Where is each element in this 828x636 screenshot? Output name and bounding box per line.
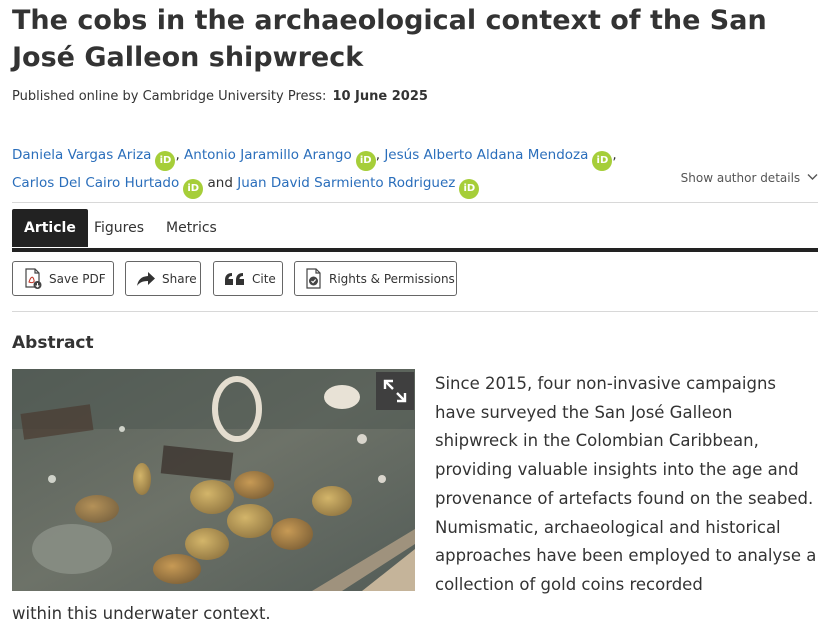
author-and: and [207, 175, 233, 191]
orcid-icon[interactable]: iD [183, 179, 204, 199]
publication-info: Published online by Cambridge University… [12, 89, 428, 104]
pdf-icon [23, 267, 43, 290]
abstract-body-continued: within this underwater context. [12, 604, 271, 623]
save-pdf-label: Save PDF [49, 271, 106, 286]
cite-label: Cite [252, 271, 276, 286]
save-pdf-button[interactable]: Save PDF [12, 261, 114, 296]
author-separator: , [175, 147, 180, 163]
article-title: The cobs in the archaeological context o… [12, 5, 767, 73]
author-link-4[interactable]: Carlos Del Cairo Hurtado [12, 175, 179, 191]
author-link-3[interactable]: Jesús Alberto Aldana Mendoza [384, 147, 588, 163]
author-separator: , [612, 147, 617, 163]
share-label: Share [162, 271, 197, 286]
orcid-icon[interactable]: iD [459, 179, 480, 199]
author-list: Daniela Vargas Ariza iD, Antonio Jaramill… [12, 143, 652, 199]
rights-document-icon [305, 267, 323, 290]
tab-metrics[interactable]: Metrics [166, 209, 217, 247]
share-button[interactable]: Share [125, 261, 201, 296]
quote-icon [224, 272, 246, 286]
show-author-details-button[interactable]: Show author details [681, 171, 818, 185]
cite-button[interactable]: Cite [213, 261, 283, 296]
orcid-icon[interactable]: iD [355, 151, 376, 171]
article-tabs: Article Figures Metrics [12, 208, 818, 252]
published-label: Published online by Cambridge University… [12, 89, 327, 104]
rights-permissions-button[interactable]: Rights & Permissions [294, 261, 457, 296]
published-date: 10 June 2025 [332, 89, 428, 104]
author-link-5[interactable]: Juan David Sarmiento Rodriguez [237, 175, 455, 191]
expand-icon [383, 379, 407, 403]
orcid-icon[interactable]: iD [592, 151, 613, 171]
expand-figure-button[interactable] [376, 372, 414, 410]
tab-article[interactable]: Article [12, 209, 88, 247]
author-separator: , [375, 147, 381, 163]
author-link-2[interactable]: Antonio Jaramillo Arango [184, 147, 352, 163]
author-link-1[interactable]: Daniela Vargas Ariza [12, 147, 151, 163]
abstract-body: Since 2015, four non-invasive campaigns … [435, 374, 817, 594]
abstract-figure-image[interactable] [12, 369, 415, 591]
show-author-details-label: Show author details [680, 171, 801, 185]
share-arrow-icon [136, 271, 156, 287]
abstract-heading: Abstract [12, 333, 94, 353]
rights-permissions-label: Rights & Permissions [329, 271, 455, 286]
divider [12, 202, 818, 203]
orcid-icon[interactable]: iD [155, 151, 176, 171]
tab-figures[interactable]: Figures [94, 209, 144, 247]
chevron-down-icon [807, 174, 818, 180]
divider [12, 311, 818, 312]
